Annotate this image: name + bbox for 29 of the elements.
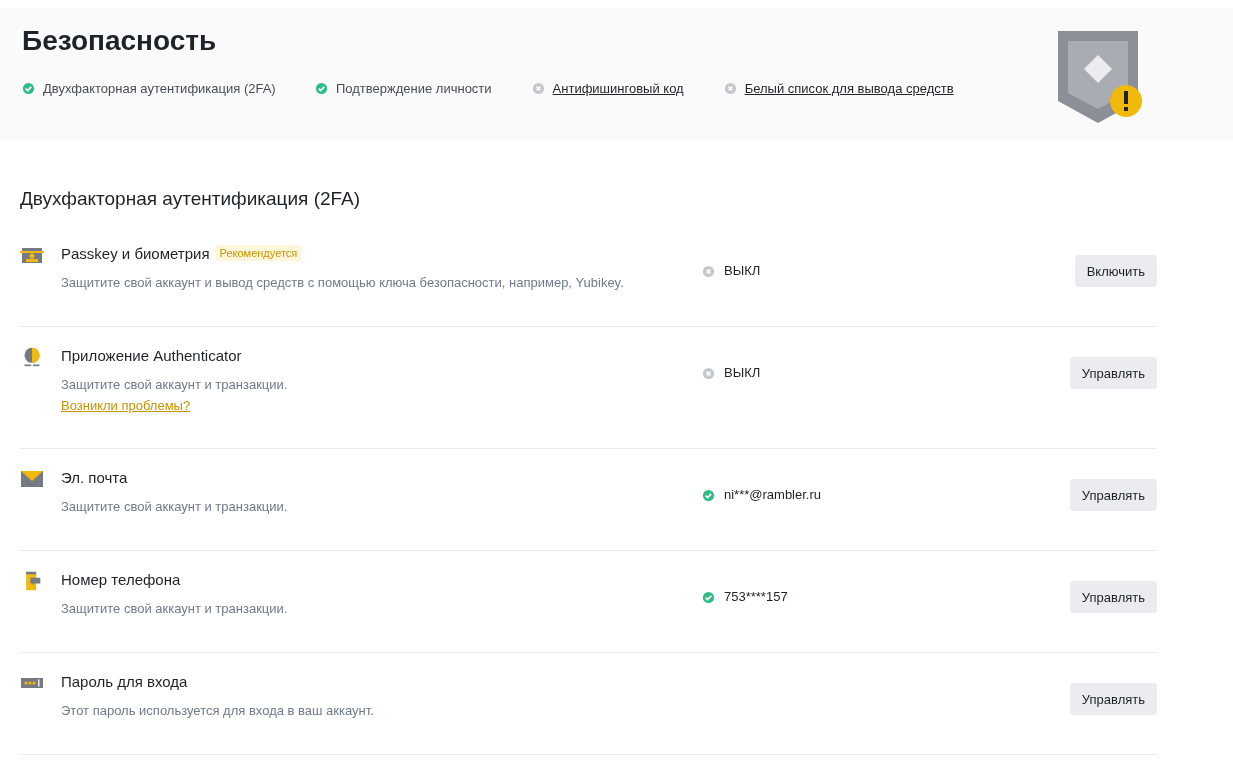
recommended-badge: Рекомендуется	[215, 245, 302, 261]
manage-button[interactable]: Управлять	[1069, 357, 1157, 389]
status-text: ВЫКЛ	[724, 263, 761, 278]
manage-button[interactable]: Управлять	[1069, 479, 1157, 511]
status-text: ВЫКЛ	[724, 365, 761, 380]
section-heading: Двухфакторная аутентификация (2FA)	[20, 188, 362, 210]
check-label: Подтверждение личности	[336, 80, 492, 98]
method-title: Номер телефона	[61, 570, 181, 588]
envelope-icon	[20, 469, 44, 489]
setup-link[interactable]: Белый список для вывода средств	[744, 79, 954, 98]
shield-warning-icon	[1056, 29, 1144, 123]
check-label: Двухфакторная аутентификация (2FA)	[43, 80, 276, 98]
method-title: Passkey и биометрия	[61, 244, 210, 262]
manage-button[interactable]: Управлять	[1069, 581, 1157, 613]
status-text: 753****157	[724, 589, 788, 604]
method-title: Приложение Authenticator	[61, 346, 242, 364]
status-text: ni***@rambler.ru	[724, 487, 821, 502]
method-title: Пароль для входа	[61, 672, 188, 690]
method-description: Защитите свой аккаунт и транзакции.	[61, 498, 289, 516]
method-description: Защитите свой аккаунт и транзакции.	[61, 600, 289, 618]
method-description: Защитите свой аккаунт и транзакции.	[61, 376, 289, 394]
setup-link[interactable]: Антифишинговый код	[552, 79, 684, 98]
manage-button[interactable]: Включить	[1074, 255, 1157, 287]
method-description: Защитите свой аккаунт и вывод средств с помощью ключа безопасности, например, Yubikey.	[61, 274, 625, 292]
method-title: Эл. почта	[61, 468, 128, 486]
method-description: Этот пароль используется для входа в ваш аккаунт.	[61, 702, 375, 720]
page-title: Безопасность	[22, 25, 218, 57]
manage-button[interactable]: Управлять	[1069, 683, 1157, 715]
key-card-icon	[20, 245, 44, 265]
